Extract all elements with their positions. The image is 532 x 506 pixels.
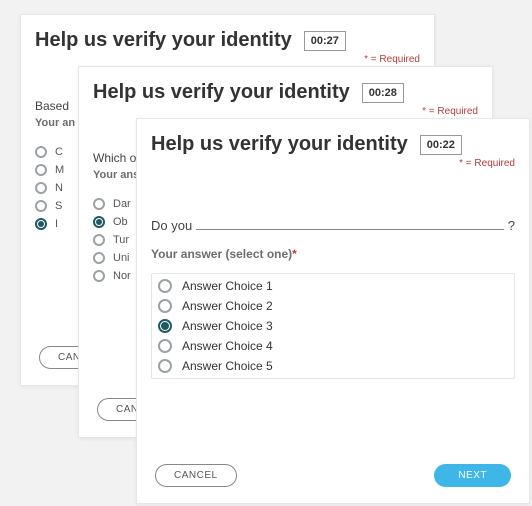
question-lead: Do you	[151, 218, 192, 233]
radio-icon	[35, 164, 47, 176]
radio-icon	[93, 216, 105, 228]
radio-icon	[93, 234, 105, 246]
countdown-timer: 00:27	[304, 31, 346, 51]
question-blank	[196, 217, 504, 230]
option-label: S	[55, 200, 62, 212]
radio-option[interactable]: Answer Choice 4	[156, 336, 510, 356]
radio-option[interactable]: Answer Choice 2	[156, 296, 510, 316]
page-title: Help us verify your identity	[93, 81, 350, 104]
option-label: Answer Choice 2	[182, 299, 273, 313]
radio-option[interactable]: Answer Choice 1	[156, 276, 510, 296]
radio-icon	[35, 200, 47, 212]
radio-icon	[93, 270, 105, 282]
radio-icon	[35, 182, 47, 194]
verify-card-front: Help us verify your identity 00:22 * = R…	[136, 118, 530, 504]
countdown-timer: 00:22	[420, 135, 462, 155]
option-label: Tur	[113, 234, 129, 246]
radio-icon	[93, 198, 105, 210]
option-label: I	[55, 218, 58, 230]
option-label: Nor	[113, 270, 131, 282]
option-label: C	[55, 146, 63, 158]
question-line: Do you ?	[151, 217, 515, 233]
option-label: Answer Choice 1	[182, 279, 273, 293]
radio-icon	[35, 218, 47, 230]
radio-option[interactable]: Answer Choice 3	[156, 316, 510, 336]
answer-instruction: Your answer (select one)*	[151, 247, 515, 261]
radio-icon	[158, 359, 172, 373]
radio-icon	[35, 146, 47, 158]
radio-icon	[158, 299, 172, 313]
options-list: Answer Choice 1 Answer Choice 2 Answer C…	[151, 273, 515, 379]
option-label: N	[55, 182, 63, 194]
option-label: Dar	[113, 198, 131, 210]
page-title: Help us verify your identity	[151, 133, 408, 156]
option-label: Answer Choice 4	[182, 339, 273, 353]
question-mark: ?	[508, 218, 515, 233]
countdown-timer: 00:28	[362, 83, 404, 103]
cancel-button[interactable]: CANCEL	[155, 464, 237, 487]
radio-icon	[158, 279, 172, 293]
radio-option[interactable]: Answer Choice 5	[156, 356, 510, 376]
radio-icon	[158, 339, 172, 353]
option-label: Answer Choice 3	[182, 319, 273, 333]
required-note: * = Required	[137, 156, 529, 177]
page-title: Help us verify your identity	[35, 29, 292, 52]
option-label: Uni	[113, 252, 130, 264]
next-button[interactable]: NEXT	[434, 464, 511, 487]
radio-icon	[158, 319, 172, 333]
radio-icon	[93, 252, 105, 264]
option-label: M	[55, 164, 64, 176]
option-label: Ob	[113, 216, 128, 228]
option-label: Answer Choice 5	[182, 359, 273, 373]
